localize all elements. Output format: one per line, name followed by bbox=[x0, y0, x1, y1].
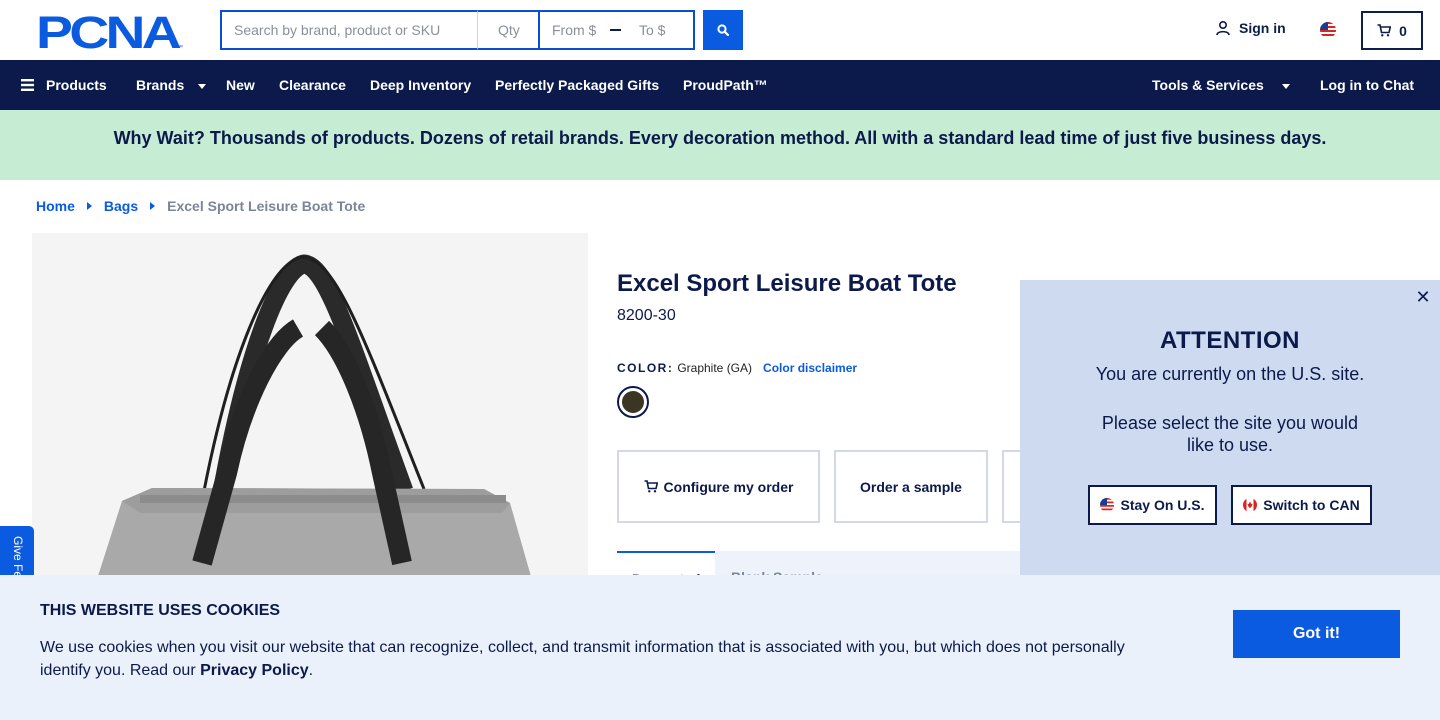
cookie-title: THIS WEBSITE USES COOKIES bbox=[40, 602, 281, 619]
color-disclaimer-link[interactable]: Color disclaimer bbox=[763, 361, 857, 375]
nav-clearance-label: Clearance bbox=[279, 77, 346, 93]
color-swatch-graphite[interactable] bbox=[617, 386, 649, 418]
popup-select-text-line1: Please select the site you would bbox=[1101, 413, 1359, 433]
nav-proudpath[interactable]: ProudPath™ bbox=[683, 60, 768, 110]
nav-packaged-gifts-label: Perfectly Packaged Gifts bbox=[495, 77, 660, 93]
product-title: Excel Sport Leisure Boat Tote bbox=[617, 270, 957, 297]
pcna-logo[interactable]: PCNA ™ bbox=[36, 12, 184, 52]
switch-can-label: Switch to CAN bbox=[1263, 497, 1360, 513]
site-header: PCNA ™ Sign in bbox=[0, 0, 1440, 60]
nav-chat-login[interactable]: Log in to Chat bbox=[1320, 60, 1414, 110]
chevron-down-icon bbox=[1281, 83, 1290, 89]
nav-chat-label: Log in to Chat bbox=[1320, 77, 1415, 93]
stay-us-button[interactable]: Stay On U.S. bbox=[1088, 485, 1217, 525]
cart-count: 0 bbox=[1399, 22, 1407, 39]
cart-icon bbox=[644, 480, 658, 493]
color-value: Graphite (GA) bbox=[677, 361, 753, 375]
price-to-input[interactable] bbox=[627, 12, 693, 48]
breadcrumb-bags[interactable]: Bags bbox=[104, 198, 138, 214]
nav-deep-inventory[interactable]: Deep Inventory bbox=[370, 60, 471, 110]
privacy-policy-link[interactable]: Privacy Policy bbox=[200, 662, 309, 679]
configure-order-label: Configure my order bbox=[663, 478, 794, 495]
price-range bbox=[540, 10, 695, 50]
popup-select-text-line2: like to use. bbox=[1186, 435, 1274, 455]
nav-packaged-gifts[interactable]: Perfectly Packaged Gifts bbox=[495, 60, 659, 110]
nav-deep-inventory-label: Deep Inventory bbox=[370, 77, 472, 93]
search-button[interactable] bbox=[703, 10, 743, 50]
close-icon[interactable]: ✕ bbox=[1415, 288, 1431, 306]
nav-tools-services[interactable]: Tools & Services bbox=[1152, 60, 1290, 110]
stay-us-label: Stay On U.S. bbox=[1120, 497, 1205, 513]
promo-banner-text: Why Wait? Thousands of products. Dozens … bbox=[113, 127, 1327, 148]
logo-text: PCNA bbox=[36, 12, 181, 52]
nav-brands-label: Brands bbox=[136, 77, 185, 93]
configure-order-button[interactable]: Configure my order bbox=[617, 450, 820, 523]
nav-proudpath-label: ProudPath™ bbox=[683, 77, 768, 93]
color-label: COLOR: bbox=[617, 361, 674, 375]
breadcrumb-arrow-icon bbox=[86, 202, 92, 210]
main-nav: Products Brands New Clearance Deep Inven… bbox=[0, 60, 1440, 110]
breadcrumb-arrow-icon bbox=[150, 202, 156, 210]
price-dash bbox=[610, 29, 621, 31]
qty-input[interactable] bbox=[478, 10, 540, 50]
search-input[interactable] bbox=[220, 10, 478, 50]
sign-in-label: Sign in bbox=[1239, 20, 1286, 36]
hamburger-icon bbox=[21, 79, 34, 91]
popup-current-site-text: You are currently on the U.S. site. bbox=[1095, 364, 1365, 384]
user-icon bbox=[1216, 20, 1230, 36]
breadcrumb: Home Bags Excel Sport Leisure Boat Tote bbox=[36, 198, 365, 214]
nav-new-label: New bbox=[226, 77, 255, 93]
promo-banner: Why Wait? Thousands of products. Dozens … bbox=[0, 110, 1440, 180]
sign-in-link[interactable]: Sign in bbox=[1215, 20, 1286, 36]
popup-title: ATTENTION bbox=[1159, 327, 1301, 354]
product-sku: 8200-30 bbox=[617, 307, 676, 324]
nav-brands[interactable]: Brands bbox=[136, 60, 207, 110]
nav-products-label: Products bbox=[46, 77, 107, 93]
price-from-input[interactable] bbox=[540, 12, 610, 48]
search-icon bbox=[717, 24, 729, 36]
got-it-button[interactable]: Got it! bbox=[1233, 610, 1400, 658]
cookie-period: . bbox=[308, 662, 314, 679]
order-sample-label: Order a sample bbox=[860, 478, 962, 495]
us-flag-icon bbox=[1100, 498, 1115, 512]
site-selector-popup: ✕ ATTENTION You are currently on the U.S… bbox=[1020, 280, 1440, 580]
order-sample-button[interactable]: Order a sample bbox=[834, 450, 988, 523]
cookie-text: We use cookies when you visit our websit… bbox=[40, 636, 1150, 682]
cart-button[interactable]: 0 bbox=[1361, 11, 1423, 50]
breadcrumb-home[interactable]: Home bbox=[36, 198, 75, 214]
search-group bbox=[220, 10, 695, 50]
nav-products[interactable]: Products bbox=[21, 60, 107, 110]
us-flag-icon[interactable] bbox=[1320, 22, 1336, 38]
nav-new[interactable]: New bbox=[226, 60, 255, 110]
canada-flag-icon bbox=[1243, 498, 1258, 512]
cart-icon bbox=[1377, 24, 1392, 37]
switch-can-button[interactable]: Switch to CAN bbox=[1231, 485, 1372, 525]
chevron-down-icon bbox=[198, 83, 207, 89]
breadcrumb-current: Excel Sport Leisure Boat Tote bbox=[167, 198, 366, 214]
color-row: COLOR: Graphite (GA) Color disclaimer bbox=[617, 361, 857, 375]
swatch-fill bbox=[622, 391, 644, 413]
cookie-banner: THIS WEBSITE USES COOKIES We use cookies… bbox=[0, 575, 1440, 720]
nav-tools-services-label: Tools & Services bbox=[1152, 77, 1264, 93]
svg-text:™: ™ bbox=[177, 44, 183, 51]
nav-clearance[interactable]: Clearance bbox=[279, 60, 346, 110]
